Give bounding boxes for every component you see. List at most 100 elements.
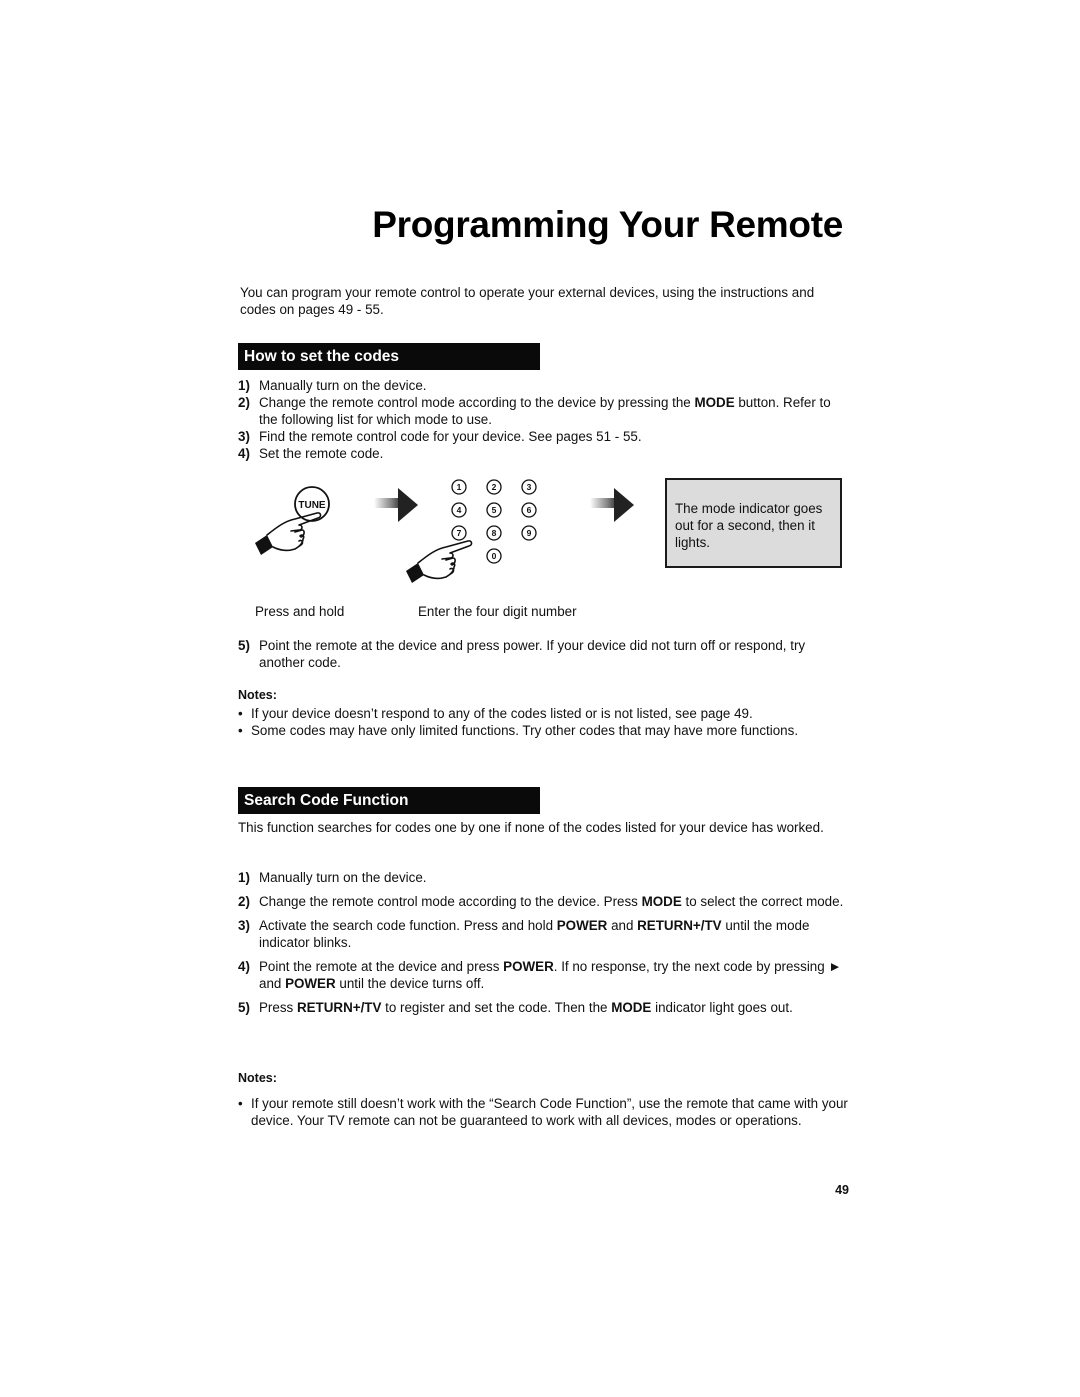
keypad-key-5: 5 xyxy=(486,502,502,518)
step-text-part: Manually turn on the device. xyxy=(259,870,427,885)
mode-indicator-note-box: The mode indicator goes out for a second… xyxy=(665,478,842,568)
step-number: 5) xyxy=(238,638,250,653)
step-item: 2) Change the remote control mode accordi… xyxy=(238,893,848,910)
keypad-key-label: 0 xyxy=(492,551,497,561)
step-text: Change the remote control mode according… xyxy=(259,893,848,910)
step-text: Point the remote at the device and press… xyxy=(259,958,848,992)
keypad-key-label: 5 xyxy=(492,505,497,515)
step-text-part: Set the remote code. xyxy=(259,446,384,461)
step-text-part: and xyxy=(607,918,638,933)
search-code-steps-list: 1) Manually turn on the device. 2) Change t… xyxy=(238,869,848,1023)
step-keyword: POWER xyxy=(285,976,336,991)
step-text-part: Point the remote at the device and press… xyxy=(259,638,806,670)
step-item: 1) Manually turn on the device. xyxy=(238,869,848,886)
page-title: Programming Your Remote xyxy=(372,204,843,245)
how-to-steps-list: 1) Manually turn on the device. 2) Change t… xyxy=(238,377,848,462)
keypad-key-label: 6 xyxy=(527,505,532,515)
step-text-part: Find the remote control code for your de… xyxy=(259,429,642,444)
step-text-part: Change the remote control mode according… xyxy=(259,395,695,410)
keypad-key-0: 0 xyxy=(486,548,502,564)
search-code-notes-list: • If your remote still doesn’t work with … xyxy=(238,1095,848,1129)
step-number: 3) xyxy=(238,429,250,444)
step-text-part: Manually turn on the device. xyxy=(259,378,427,393)
step-number: 5) xyxy=(238,1000,250,1015)
step-text-part: indicator light goes out. xyxy=(651,1000,793,1015)
step-number: 4) xyxy=(238,446,250,461)
tune-label: TUNE xyxy=(298,500,326,511)
page-number: 49 xyxy=(835,1183,849,1197)
step-keyword: MODE xyxy=(694,395,735,410)
keypad-key-2: 2 xyxy=(486,479,502,495)
section-heading-how-to-set-codes: How to set the codes xyxy=(238,343,540,370)
step-text-part: to select the correct mode. xyxy=(681,894,844,909)
keypad-key-label: 2 xyxy=(492,482,497,492)
notes-label: Notes: xyxy=(238,1071,277,1085)
keypad-key-1: 1 xyxy=(451,479,467,495)
keypad-icon: 1 2 3 4 5 6 7 8 9 0 xyxy=(451,479,537,564)
step-keyword: RETURN+/TV xyxy=(296,1000,382,1015)
keypad-key-7: 7 xyxy=(451,525,467,541)
step-text-part: until the device turns off. xyxy=(335,976,485,991)
step-text: Set the remote code. xyxy=(259,445,848,462)
keypad-key-4: 4 xyxy=(451,502,467,518)
note-text: If your device doesn’t respond to any of… xyxy=(251,706,753,721)
keypad-key-label: 3 xyxy=(527,482,532,492)
step-number: 3) xyxy=(238,918,250,933)
note-text: If your remote still doesn’t work with t… xyxy=(251,1096,848,1128)
keypad-key-label: 7 xyxy=(457,528,462,538)
keypad-key-label: 9 xyxy=(527,528,532,538)
how-to-step-5: 5) Point the remote at the device and pre… xyxy=(238,637,848,671)
step-text-part: Press xyxy=(259,1000,297,1015)
step-item: 5) Point the remote at the device and pre… xyxy=(238,637,848,671)
step-item: 4) Point the remote at the device and pre… xyxy=(238,958,848,992)
step-keyword: POWER xyxy=(556,918,608,933)
step-text: Press RETURN+/TV to register and set the… xyxy=(259,999,848,1016)
step-number: 1) xyxy=(238,870,250,885)
step-number: 1) xyxy=(238,378,250,393)
keypad-key-label: 4 xyxy=(457,505,462,515)
keypad-key-6: 6 xyxy=(521,502,537,518)
note-item: • If your remote still doesn’t work with … xyxy=(238,1095,848,1129)
step-text: Find the remote control code for your de… xyxy=(259,428,848,445)
step-item: 1) Manually turn on the device. xyxy=(238,377,848,394)
keypad-key-8: 8 xyxy=(486,525,502,541)
arrow-right-icon xyxy=(590,488,634,522)
tune-button-icon: TUNE xyxy=(294,486,330,522)
keypad-key-label: 1 xyxy=(457,482,462,492)
arrow-right-icon xyxy=(374,488,418,522)
bullet-icon: • xyxy=(238,1096,243,1111)
step-keyword: MODE xyxy=(611,1000,652,1015)
step-number: 2) xyxy=(238,395,250,410)
step-text: Activate the search code function. Press… xyxy=(259,917,848,951)
step-number: 4) xyxy=(238,959,250,974)
bullet-icon: • xyxy=(238,723,243,738)
step-text: Change the remote control mode according… xyxy=(259,394,848,428)
bullet-icon: • xyxy=(238,706,243,721)
note-text: Some codes may have only limited functio… xyxy=(251,723,799,738)
intro-paragraph: You can program your remote control to o… xyxy=(240,285,815,317)
keypad-key-label: 8 xyxy=(492,528,497,538)
note-item: • If your device doesn’t respond to any o… xyxy=(238,705,848,722)
step-keyword: POWER xyxy=(503,959,554,974)
caption-enter-four-digit: Enter the four digit number xyxy=(418,604,577,619)
notes-label: Notes: xyxy=(238,688,277,702)
step-item: 4) Set the remote code. xyxy=(238,445,848,462)
step-text-part: Point the remote at the device and press xyxy=(259,959,504,974)
keypad-key-9: 9 xyxy=(521,525,537,541)
step-text-part: Activate the search code function. Press… xyxy=(259,918,557,933)
keypad-key-3: 3 xyxy=(521,479,537,495)
step-text: Manually turn on the device. xyxy=(259,869,848,886)
step-item: 3) Activate the search code function. Pre… xyxy=(238,917,848,951)
hand-pointing-icon xyxy=(405,540,473,584)
step-item: 2) Change the remote control mode accordi… xyxy=(238,394,848,428)
step-item: 3) Find the remote control code for your … xyxy=(238,428,848,445)
step-text-part: Change the remote control mode according… xyxy=(259,894,642,909)
step-text: Manually turn on the device. xyxy=(259,377,848,394)
step-number: 2) xyxy=(238,894,250,909)
step-keyword: RETURN+/TV xyxy=(637,918,722,933)
step-item: 5) Press RETURN+/TV to register and set t… xyxy=(238,999,848,1016)
how-to-notes-list: • If your device doesn’t respond to any o… xyxy=(238,705,848,739)
step-text: Point the remote at the device and press… xyxy=(259,637,848,671)
caption-press-and-hold: Press and hold xyxy=(255,604,345,619)
search-code-intro: This function searches for codes one by … xyxy=(238,820,824,835)
